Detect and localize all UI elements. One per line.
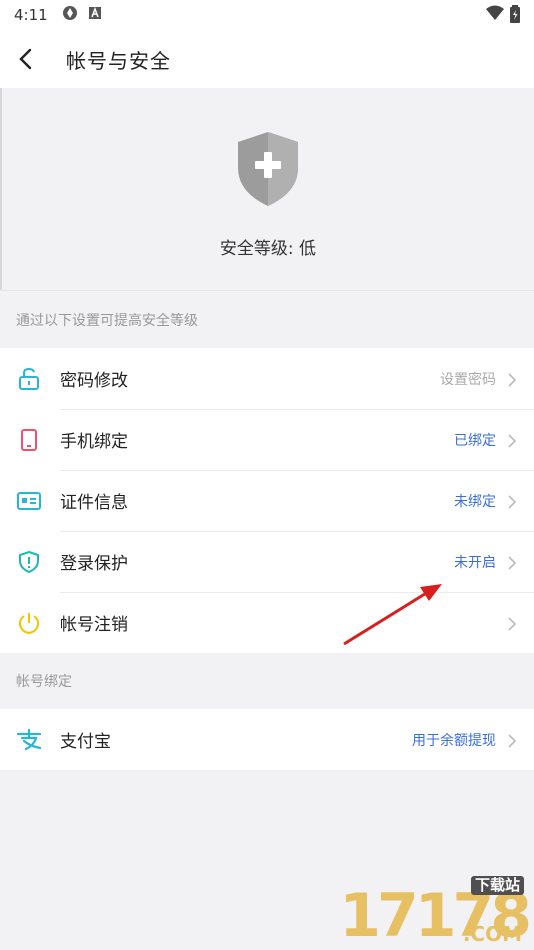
page-title: 帐号与安全 (66, 48, 171, 73)
list-item-value: 未开启 (454, 554, 496, 571)
back-arrow-icon[interactable] (18, 47, 42, 71)
list-item-value: 未绑定 (454, 493, 496, 510)
watermark-suffix: .COM (462, 922, 522, 946)
list-item-label: 证件信息 (60, 493, 128, 513)
list-item-value: 用于余额提现 (412, 732, 496, 749)
section-title-improve: 通过以下设置可提高安全等级 (0, 290, 534, 348)
security-settings-list: 密码修改 设置密码 手机绑定 已绑定 证件信息 未绑定 登录保护 未开启 帐号注… (0, 348, 534, 653)
section-title-bindings: 帐号绑定 (0, 653, 534, 709)
watermark-tag: 下载站 (470, 876, 524, 895)
chevron-right-icon (506, 733, 518, 748)
status-bar: 4:11 (0, 0, 534, 30)
phone-icon (16, 427, 42, 453)
shield-plus-icon (236, 130, 300, 212)
chevron-right-icon (506, 433, 518, 448)
chevron-right-icon (506, 616, 518, 631)
power-icon (16, 610, 42, 636)
security-level-text: 安全等级: 低 (219, 239, 317, 259)
shield-exclamation-icon (16, 549, 42, 575)
list-item-login-protection[interactable]: 登录保护 未开启 (0, 531, 534, 592)
list-item-value: 设置密码 (440, 371, 496, 388)
account-binding-list: 支付宝 用于余额提现 (0, 709, 534, 770)
chevron-right-icon (506, 372, 518, 387)
security-level-panel: 安全等级: 低 (0, 88, 534, 290)
list-item-alipay[interactable]: 支付宝 用于余额提现 (0, 709, 534, 770)
list-item-account-cancel[interactable]: 帐号注销 (0, 592, 534, 653)
chevron-right-icon (506, 555, 518, 570)
list-item-label: 密码修改 (60, 371, 128, 391)
notification-a-icon (88, 6, 102, 24)
battery-icon (510, 5, 520, 27)
list-item-password[interactable]: 密码修改 设置密码 (0, 348, 534, 409)
list-item-label: 帐号注销 (60, 615, 128, 635)
alipay-icon (16, 727, 42, 753)
list-item-value: 已绑定 (454, 432, 496, 449)
watermark-logo: 17178 下载站 .COM (339, 876, 532, 946)
chevron-right-icon (506, 494, 518, 509)
sync-icon (62, 5, 78, 25)
wifi-icon (486, 5, 504, 27)
status-time: 4:11 (14, 6, 48, 24)
list-item-id-info[interactable]: 证件信息 未绑定 (0, 470, 534, 531)
unlock-icon (16, 366, 42, 392)
id-card-icon (16, 488, 42, 514)
list-item-label: 登录保护 (60, 554, 128, 574)
list-item-label: 手机绑定 (60, 432, 128, 452)
app-bar: 帐号与安全 (0, 30, 534, 88)
list-item-label: 支付宝 (60, 732, 111, 752)
list-item-phone[interactable]: 手机绑定 已绑定 (0, 409, 534, 470)
